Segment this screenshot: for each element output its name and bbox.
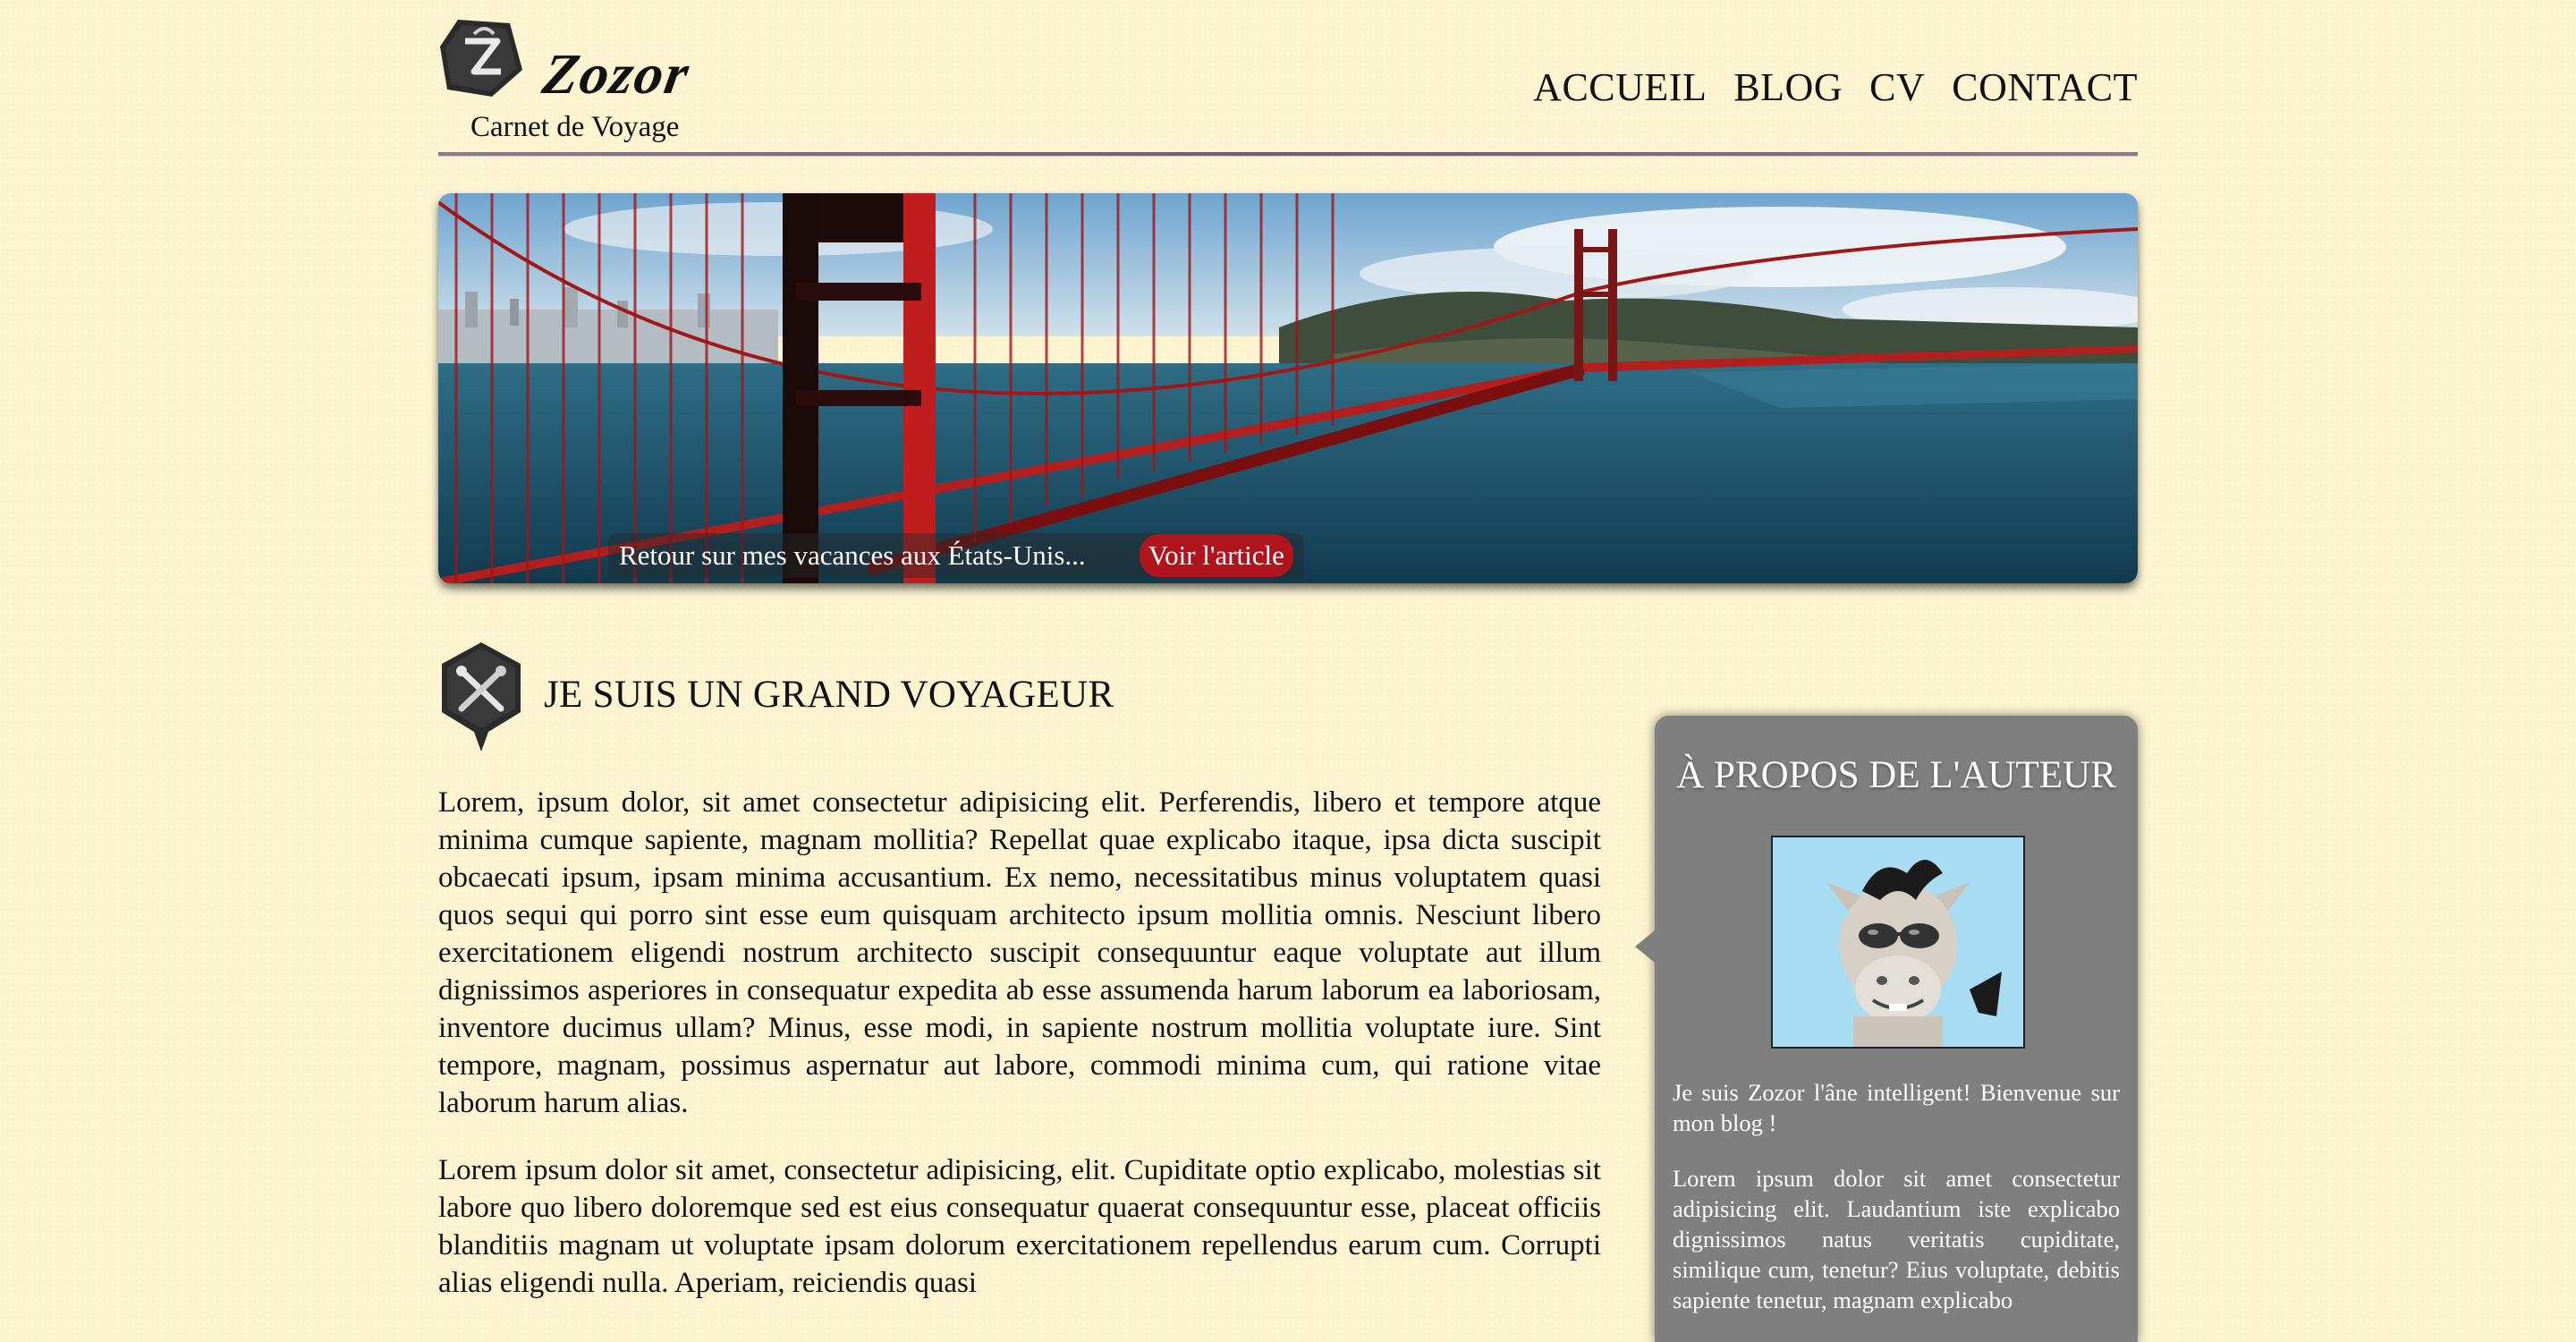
golden-gate-bridge-image [438, 193, 2138, 583]
aside-title: À PROPOS DE L'AUTEUR [1676, 754, 2116, 796]
tools-badge-icon [442, 642, 521, 752]
nav-cv[interactable]: CV [1869, 64, 1925, 110]
zozor-logo-icon [440, 20, 522, 97]
hero-banner: Retour sur mes vacances aux États-Unis..… [438, 193, 2138, 583]
author-aside: À PROPOS DE L'AUTEUR Je suis Zozor l'âne… [1635, 716, 2138, 1342]
banner-caption-text: Retour sur mes vacances aux États-Unis..… [619, 539, 1086, 571]
banner-caption: Retour sur mes vacances aux États-Unis..… [608, 533, 1304, 578]
site-name: Zozor [538, 42, 696, 106]
aside-paragraph: Lorem ipsum dolor sit amet consectetur a… [1673, 1165, 2120, 1313]
author-avatar [1771, 836, 2025, 1049]
article-paragraph: Lorem, ipsum dolor, sit amet consectetur… [438, 786, 1601, 1119]
site-logo[interactable]: Zozor Carnet de Voyage [438, 14, 707, 149]
header-divider [438, 152, 2138, 157]
zozor-donkey-avatar [1773, 837, 2023, 1047]
article-title: JE SUIS UN GRAND VOYAGEUR [544, 674, 1114, 716]
aside-paragraph: Je suis Zozor l'âne intelligent! Bienven… [1673, 1079, 2120, 1136]
site-tagline: Carnet de Voyage [470, 111, 680, 143]
read-article-button[interactable]: Voir l'article [1139, 534, 1293, 577]
nav-blog[interactable]: BLOG [1733, 64, 1843, 110]
nav-accueil[interactable]: ACCUEIL [1533, 64, 1707, 110]
article-paragraph: Lorem ipsum dolor sit amet, consectetur … [438, 1154, 1601, 1299]
nav-contact[interactable]: CONTACT [1952, 64, 2138, 110]
main-nav: ACCUEIL BLOG CV CONTACT [1533, 64, 2138, 110]
aside-pointer [1635, 930, 1655, 963]
